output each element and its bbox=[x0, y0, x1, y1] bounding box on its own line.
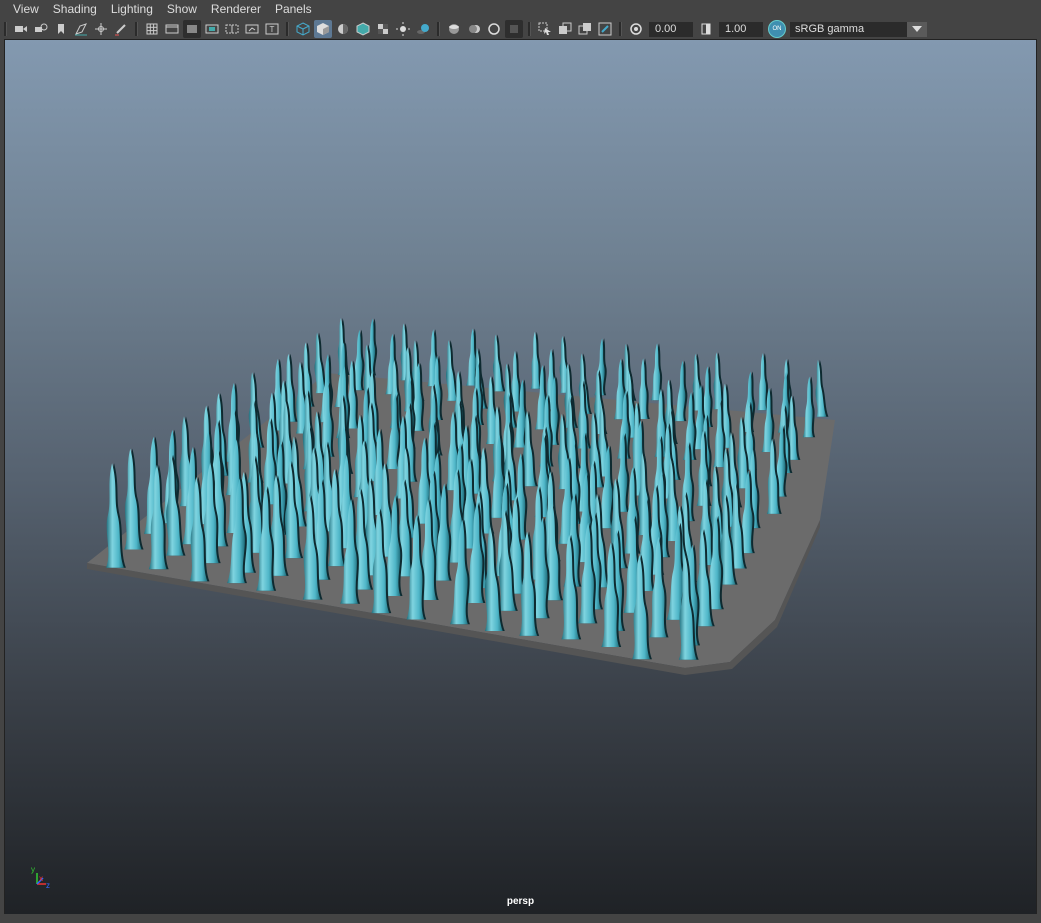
camera-name-label: persp bbox=[506, 896, 535, 907]
axis-x-label: x bbox=[39, 874, 43, 883]
axis-y-label: y bbox=[31, 865, 35, 874]
svg-text:T: T bbox=[270, 25, 275, 34]
chevron-down-icon[interactable] bbox=[907, 21, 927, 37]
safe-action-icon[interactable] bbox=[243, 20, 261, 38]
wireframe-icon[interactable] bbox=[294, 20, 312, 38]
field-chart-icon[interactable] bbox=[223, 20, 241, 38]
xray-icon[interactable] bbox=[556, 20, 574, 38]
menu-renderer[interactable]: Renderer bbox=[205, 0, 267, 19]
menu-lighting[interactable]: Lighting bbox=[105, 0, 159, 19]
menu-shading[interactable]: Shading bbox=[47, 0, 103, 19]
axis-z-label: z bbox=[46, 881, 50, 890]
motion-blur-icon[interactable] bbox=[465, 20, 483, 38]
gamma-field[interactable]: 1.00 bbox=[719, 21, 763, 37]
isolate-select-icon[interactable] bbox=[536, 20, 554, 38]
gamma-icon[interactable] bbox=[697, 20, 715, 38]
shadows-icon[interactable] bbox=[414, 20, 432, 38]
2d-pan-zoom-icon[interactable] bbox=[92, 20, 110, 38]
toolbar-separator bbox=[286, 22, 289, 36]
exposure-icon[interactable] bbox=[627, 20, 645, 38]
panel-toolbar: T 0.00 1.00 ON sRGB gamma bbox=[0, 19, 1041, 39]
time-ruler-strip bbox=[0, 914, 1041, 923]
toolbar-separator bbox=[4, 22, 7, 36]
camera-icon[interactable] bbox=[12, 20, 30, 38]
safe-title-icon[interactable]: T bbox=[263, 20, 281, 38]
image-plane-icon[interactable] bbox=[72, 20, 90, 38]
grease-pencil-icon[interactable] bbox=[112, 20, 130, 38]
color-management-toggle[interactable]: ON bbox=[768, 20, 786, 38]
viewport-3d[interactable]: y x z persp bbox=[5, 40, 1036, 914]
wireframe-on-shaded-icon[interactable] bbox=[354, 20, 372, 38]
xray-active-components-icon[interactable] bbox=[576, 20, 594, 38]
toolbar-separator bbox=[619, 22, 622, 36]
menu-panels[interactable]: Panels bbox=[269, 0, 318, 19]
use-default-material-icon[interactable] bbox=[334, 20, 352, 38]
depth-of-field-icon[interactable] bbox=[505, 20, 523, 38]
toolbar-separator bbox=[528, 22, 531, 36]
gate-mask-icon[interactable] bbox=[203, 20, 221, 38]
exposure-field[interactable]: 0.00 bbox=[649, 21, 693, 37]
bookmark-icon[interactable] bbox=[52, 20, 70, 38]
fur-scene bbox=[87, 317, 835, 675]
film-gate-icon[interactable] bbox=[163, 20, 181, 38]
anti-aliasing-icon[interactable] bbox=[485, 20, 503, 38]
smooth-shade-icon[interactable] bbox=[314, 20, 332, 38]
axis-indicator: y x z bbox=[29, 864, 55, 895]
menu-show[interactable]: Show bbox=[161, 0, 203, 19]
toolbar-separator bbox=[135, 22, 138, 36]
camera-attributes-icon[interactable] bbox=[32, 20, 50, 38]
use-lights-icon[interactable] bbox=[394, 20, 412, 38]
screen-space-ao-icon[interactable] bbox=[445, 20, 463, 38]
view-transform-dropdown[interactable]: sRGB gamma bbox=[790, 21, 907, 37]
resolution-gate-icon[interactable] bbox=[183, 20, 201, 38]
textured-icon[interactable] bbox=[374, 20, 392, 38]
grid-icon[interactable] bbox=[143, 20, 161, 38]
xray-joints-icon[interactable] bbox=[596, 20, 614, 38]
toolbar-separator bbox=[437, 22, 440, 36]
menu-view[interactable]: View bbox=[7, 0, 45, 19]
panel-menubar: View Shading Lighting Show Renderer Pane… bbox=[0, 0, 1041, 19]
